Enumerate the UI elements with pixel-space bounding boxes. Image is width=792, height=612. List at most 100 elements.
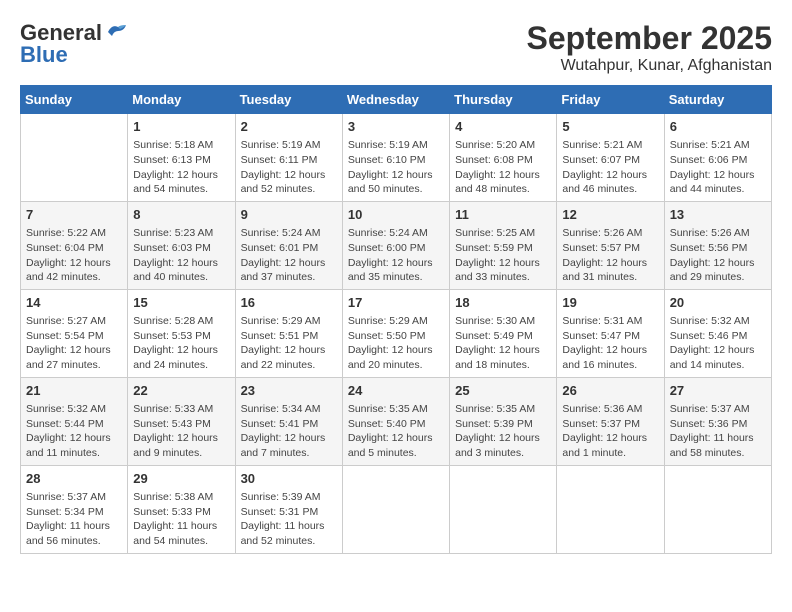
cell-content: Sunrise: 5:37 AM Sunset: 5:36 PM Dayligh…	[670, 402, 766, 461]
day-number: 15	[133, 294, 229, 312]
cell-content: Sunrise: 5:31 AM Sunset: 5:47 PM Dayligh…	[562, 314, 658, 373]
day-number: 2	[241, 118, 337, 136]
cell-content: Sunrise: 5:19 AM Sunset: 6:10 PM Dayligh…	[348, 138, 444, 197]
day-number: 17	[348, 294, 444, 312]
logo: General Blue	[20, 20, 126, 68]
calendar-cell: 12 Sunrise: 5:26 AM Sunset: 5:57 PM Dayli…	[557, 201, 664, 289]
day-number: 13	[670, 206, 766, 224]
day-number: 23	[241, 382, 337, 400]
calendar-cell: 18 Sunrise: 5:30 AM Sunset: 5:49 PM Dayli…	[450, 289, 557, 377]
cell-content: Sunrise: 5:24 AM Sunset: 6:01 PM Dayligh…	[241, 226, 337, 285]
cell-content: Sunrise: 5:34 AM Sunset: 5:41 PM Dayligh…	[241, 402, 337, 461]
calendar-cell	[664, 465, 771, 553]
cell-content: Sunrise: 5:35 AM Sunset: 5:39 PM Dayligh…	[455, 402, 551, 461]
cell-content: Sunrise: 5:32 AM Sunset: 5:44 PM Dayligh…	[26, 402, 122, 461]
cell-content: Sunrise: 5:30 AM Sunset: 5:49 PM Dayligh…	[455, 314, 551, 373]
day-number: 25	[455, 382, 551, 400]
calendar-table: SundayMondayTuesdayWednesdayThursdayFrid…	[20, 85, 772, 554]
cell-content: Sunrise: 5:29 AM Sunset: 5:51 PM Dayligh…	[241, 314, 337, 373]
header-friday: Friday	[557, 86, 664, 114]
calendar-cell	[21, 114, 128, 202]
calendar-cell: 8Sunrise: 5:23 AM Sunset: 6:03 PM Daylig…	[128, 201, 235, 289]
cell-content: Sunrise: 5:19 AM Sunset: 6:11 PM Dayligh…	[241, 138, 337, 197]
cell-content: Sunrise: 5:18 AM Sunset: 6:13 PM Dayligh…	[133, 138, 229, 197]
day-number: 20	[670, 294, 766, 312]
calendar-cell: 2 Sunrise: 5:19 AM Sunset: 6:11 PM Daylig…	[235, 114, 342, 202]
calendar-cell: 28 Sunrise: 5:37 AM Sunset: 5:34 PM Dayli…	[21, 465, 128, 553]
calendar-cell: 7 Sunrise: 5:22 AM Sunset: 6:04 PM Daylig…	[21, 201, 128, 289]
day-number: 8	[133, 206, 229, 224]
day-number: 19	[562, 294, 658, 312]
calendar-cell: 26Sunrise: 5:36 AM Sunset: 5:37 PM Dayli…	[557, 377, 664, 465]
day-number: 21	[26, 382, 122, 400]
calendar-cell: 16Sunrise: 5:29 AM Sunset: 5:51 PM Dayli…	[235, 289, 342, 377]
header-saturday: Saturday	[664, 86, 771, 114]
day-number: 10	[348, 206, 444, 224]
day-number: 22	[133, 382, 229, 400]
day-number: 27	[670, 382, 766, 400]
calendar-cell: 23 Sunrise: 5:34 AM Sunset: 5:41 PM Dayli…	[235, 377, 342, 465]
day-number: 6	[670, 118, 766, 136]
day-number: 11	[455, 206, 551, 224]
day-number: 26	[562, 382, 658, 400]
calendar-cell: 6 Sunrise: 5:21 AM Sunset: 6:06 PM Daylig…	[664, 114, 771, 202]
header-row: SundayMondayTuesdayWednesdayThursdayFrid…	[21, 86, 772, 114]
cell-content: Sunrise: 5:37 AM Sunset: 5:34 PM Dayligh…	[26, 490, 122, 549]
day-number: 30	[241, 470, 337, 488]
cell-content: Sunrise: 5:21 AM Sunset: 6:06 PM Dayligh…	[670, 138, 766, 197]
day-number: 4	[455, 118, 551, 136]
calendar-cell: 20 Sunrise: 5:32 AM Sunset: 5:46 PM Dayli…	[664, 289, 771, 377]
week-row-5: 28 Sunrise: 5:37 AM Sunset: 5:34 PM Dayli…	[21, 465, 772, 553]
calendar-cell: 27 Sunrise: 5:37 AM Sunset: 5:36 PM Dayli…	[664, 377, 771, 465]
day-number: 24	[348, 382, 444, 400]
week-row-1: 1 Sunrise: 5:18 AM Sunset: 6:13 PM Daylig…	[21, 114, 772, 202]
cell-content: Sunrise: 5:35 AM Sunset: 5:40 PM Dayligh…	[348, 402, 444, 461]
calendar-cell	[557, 465, 664, 553]
cell-content: Sunrise: 5:38 AM Sunset: 5:33 PM Dayligh…	[133, 490, 229, 549]
cell-content: Sunrise: 5:22 AM Sunset: 6:04 PM Dayligh…	[26, 226, 122, 285]
page-subtitle: Wutahpur, Kunar, Afghanistan	[527, 57, 772, 75]
header-wednesday: Wednesday	[342, 86, 449, 114]
calendar-cell: 3 Sunrise: 5:19 AM Sunset: 6:10 PM Daylig…	[342, 114, 449, 202]
calendar-cell: 4 Sunrise: 5:20 AM Sunset: 6:08 PM Daylig…	[450, 114, 557, 202]
header-sunday: Sunday	[21, 86, 128, 114]
calendar-cell: 15 Sunrise: 5:28 AM Sunset: 5:53 PM Dayli…	[128, 289, 235, 377]
day-number: 29	[133, 470, 229, 488]
calendar-cell: 9 Sunrise: 5:24 AM Sunset: 6:01 PM Daylig…	[235, 201, 342, 289]
calendar-cell: 10Sunrise: 5:24 AM Sunset: 6:00 PM Dayli…	[342, 201, 449, 289]
cell-content: Sunrise: 5:27 AM Sunset: 5:54 PM Dayligh…	[26, 314, 122, 373]
calendar-cell: 29 Sunrise: 5:38 AM Sunset: 5:33 PM Dayli…	[128, 465, 235, 553]
day-number: 18	[455, 294, 551, 312]
day-number: 1	[133, 118, 229, 136]
cell-content: Sunrise: 5:26 AM Sunset: 5:56 PM Dayligh…	[670, 226, 766, 285]
cell-content: Sunrise: 5:28 AM Sunset: 5:53 PM Dayligh…	[133, 314, 229, 373]
calendar-cell: 5Sunrise: 5:21 AM Sunset: 6:07 PM Daylig…	[557, 114, 664, 202]
cell-content: Sunrise: 5:20 AM Sunset: 6:08 PM Dayligh…	[455, 138, 551, 197]
day-number: 14	[26, 294, 122, 312]
day-number: 9	[241, 206, 337, 224]
day-number: 7	[26, 206, 122, 224]
calendar-cell: 14 Sunrise: 5:27 AM Sunset: 5:54 PM Dayli…	[21, 289, 128, 377]
header-monday: Monday	[128, 86, 235, 114]
header-thursday: Thursday	[450, 86, 557, 114]
page-header: General Blue September 2025 Wutahpur, Ku…	[20, 20, 772, 75]
cell-content: Sunrise: 5:32 AM Sunset: 5:46 PM Dayligh…	[670, 314, 766, 373]
week-row-4: 21 Sunrise: 5:32 AM Sunset: 5:44 PM Dayli…	[21, 377, 772, 465]
day-number: 5	[562, 118, 658, 136]
cell-content: Sunrise: 5:26 AM Sunset: 5:57 PM Dayligh…	[562, 226, 658, 285]
page-title: September 2025	[527, 20, 772, 57]
calendar-cell: 11 Sunrise: 5:25 AM Sunset: 5:59 PM Dayli…	[450, 201, 557, 289]
logo-bird-icon	[104, 22, 126, 40]
calendar-cell: 17Sunrise: 5:29 AM Sunset: 5:50 PM Dayli…	[342, 289, 449, 377]
day-number: 3	[348, 118, 444, 136]
calendar-cell: 21 Sunrise: 5:32 AM Sunset: 5:44 PM Dayli…	[21, 377, 128, 465]
week-row-3: 14 Sunrise: 5:27 AM Sunset: 5:54 PM Dayli…	[21, 289, 772, 377]
calendar-cell: 30Sunrise: 5:39 AM Sunset: 5:31 PM Dayli…	[235, 465, 342, 553]
day-number: 12	[562, 206, 658, 224]
calendar-cell: 22Sunrise: 5:33 AM Sunset: 5:43 PM Dayli…	[128, 377, 235, 465]
logo-blue: Blue	[20, 42, 68, 68]
day-number: 28	[26, 470, 122, 488]
cell-content: Sunrise: 5:25 AM Sunset: 5:59 PM Dayligh…	[455, 226, 551, 285]
calendar-cell	[450, 465, 557, 553]
calendar-cell	[342, 465, 449, 553]
